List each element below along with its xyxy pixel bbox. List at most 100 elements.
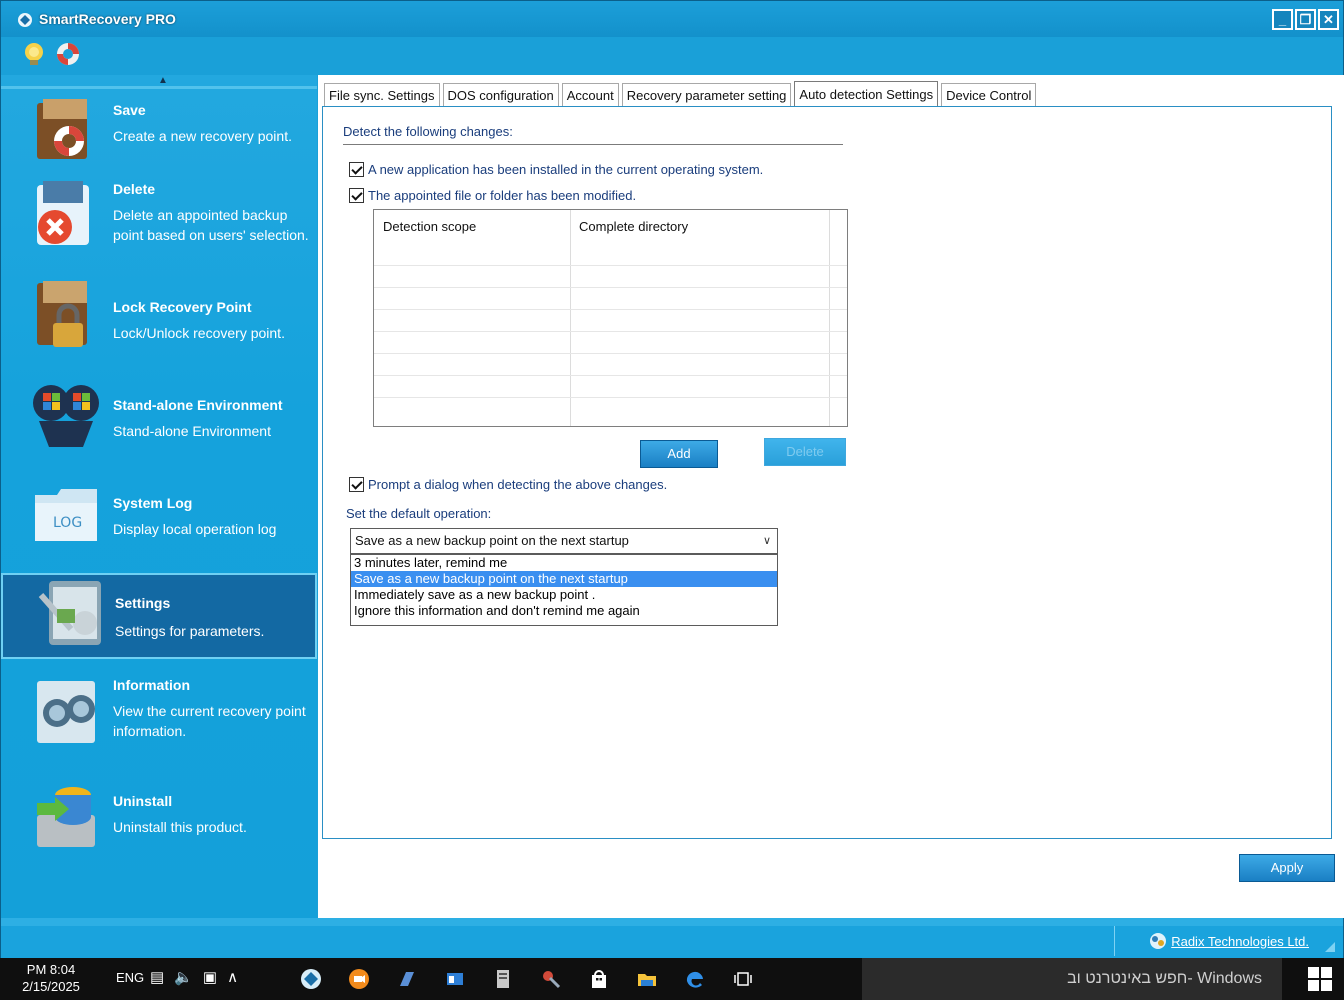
store-app-icon[interactable]	[586, 966, 612, 992]
archive-app-icon[interactable]	[490, 966, 516, 992]
table-row	[374, 353, 847, 354]
lock-icon	[37, 281, 87, 347]
delete-button[interactable]: Delete	[764, 438, 846, 466]
window-app-icon[interactable]	[442, 966, 468, 992]
sidebar-item-system-log[interactable]: LOG System Log Display local operation l…	[1, 471, 317, 571]
volume-icon[interactable]: 🔈	[174, 968, 193, 986]
tab-bar: File sync. Settings DOS configuration Ac…	[324, 81, 1039, 108]
sidebar-item-save[interactable]: Save Create a new recovery point.	[1, 89, 317, 181]
file-explorer-icon[interactable]	[634, 966, 660, 992]
sidebar-item-delete[interactable]: Delete Delete an appointed backup point …	[1, 171, 317, 283]
table-row	[374, 375, 847, 376]
new-app-checkbox-row[interactable]: A new application has been installed in …	[349, 162, 763, 177]
taskbar: PM 8:04 2/15/2025 ENG ▤ 🔈 ▣ ∧ חפש באינטר…	[0, 958, 1344, 1000]
sidebar-item-uninstall[interactable]: Uninstall Uninstall this product.	[1, 773, 317, 873]
new-app-checkbox-label: A new application has been installed in …	[368, 162, 764, 177]
sidebar-item-title: Stand-alone Environment	[113, 397, 283, 413]
default-operation-label: Set the default operation:	[346, 506, 492, 521]
language-indicator[interactable]: ENG	[116, 970, 144, 985]
edge-browser-icon[interactable]	[682, 966, 708, 992]
sidebar-item-desc: Lock/Unlock recovery point.	[113, 325, 285, 341]
tab-recovery-parameter-setting[interactable]: Recovery parameter setting	[621, 83, 792, 107]
tab-file-sync-settings[interactable]: File sync. Settings	[324, 83, 440, 107]
dropdown-option[interactable]: 3 minutes later, remind me	[351, 555, 777, 571]
sidebar-item-title: Uninstall	[113, 793, 173, 809]
prompt-dialog-checkbox-label: Prompt a dialog when detecting the above…	[368, 477, 668, 492]
close-button[interactable]: ✕	[1318, 9, 1339, 30]
prompt-dialog-checkbox[interactable]	[349, 477, 364, 492]
chevron-down-icon[interactable]: ∨	[763, 529, 771, 553]
resize-grip-icon[interactable]	[1325, 942, 1335, 952]
start-tile	[1308, 967, 1319, 978]
table-row	[374, 397, 847, 398]
network-icon[interactable]: ▣	[203, 968, 217, 986]
sidebar-item-title: Lock Recovery Point	[113, 299, 252, 315]
notification-icon[interactable]: ▤	[150, 968, 164, 986]
tab-auto-detection-settings[interactable]: Auto detection Settings	[794, 81, 939, 108]
task-view-icon[interactable]	[730, 966, 756, 992]
camera-app-icon[interactable]	[346, 966, 372, 992]
taskbar-search-box[interactable]: חפש באינטרנט וב- Windows	[862, 958, 1282, 1000]
column-header-complete-directory[interactable]: Complete directory	[570, 210, 830, 244]
system-tray: ▤ 🔈 ▣ ∧	[150, 968, 238, 986]
detection-scope-table[interactable]: Detection scope Complete directory	[373, 209, 848, 427]
sidebar-item-desc: Uninstall this product.	[113, 819, 247, 835]
status-bar: Radix Technologies Ltd.	[1, 918, 1343, 958]
apply-button[interactable]: Apply	[1239, 854, 1335, 882]
notes-app-icon[interactable]	[394, 966, 420, 992]
dropdown-option[interactable]: Ignore this information and don't remind…	[351, 603, 777, 619]
sidebar-item-lock[interactable]: Lock Recovery Point Lock/Unlock recovery…	[1, 275, 317, 373]
restore-button[interactable]: ❐	[1295, 9, 1316, 30]
vendor-name: Radix Technologies Ltd.	[1171, 933, 1309, 949]
table-row	[374, 309, 847, 310]
sidebar-item-desc: Create a new recovery point.	[113, 128, 292, 144]
help-bulb-icon[interactable]	[21, 41, 47, 67]
column-divider	[570, 210, 571, 426]
default-operation-dropdown: 3 minutes later, remind me Save as a new…	[350, 554, 778, 626]
dropdown-option[interactable]: Immediately save as a new backup point .	[351, 587, 777, 603]
file-modified-checkbox[interactable]	[349, 188, 364, 203]
tab-dos-configuration[interactable]: DOS configuration	[442, 83, 559, 107]
tools-app-icon[interactable]	[538, 966, 564, 992]
title-bar[interactable]: SmartRecovery PRO _ ❐ ✕	[1, 1, 1343, 37]
collapse-arrow-icon[interactable]: ▲	[156, 76, 170, 86]
save-recovery-icon	[37, 99, 87, 159]
sidebar-item-information[interactable]: Information View the current recovery po…	[1, 667, 317, 777]
smartrecovery-task-icon[interactable]	[298, 966, 324, 992]
tab-device-control[interactable]: Device Control	[941, 83, 1037, 107]
sidebar-item-desc: View the current recovery point informat…	[113, 703, 306, 739]
status-divider	[1114, 926, 1115, 956]
clock-time: PM 8:04	[26, 962, 76, 977]
window-controls: _ ❐ ✕	[1272, 9, 1339, 30]
vendor-link[interactable]: Radix Technologies Ltd.	[1149, 932, 1309, 950]
toolbar	[1, 41, 81, 75]
add-button[interactable]: Add	[640, 440, 718, 468]
table-row	[374, 331, 847, 332]
taskbar-clock[interactable]: PM 8:04 2/15/2025	[14, 961, 88, 995]
sidebar-item-title: Settings	[115, 595, 171, 611]
app-window: SmartRecovery PRO _ ❐ ✕ ▲ Save Create a …	[0, 0, 1344, 958]
column-header-detection-scope[interactable]: Detection scope	[374, 210, 570, 244]
sidebar-item-desc: Display local operation log	[113, 521, 277, 537]
windows-start-icon[interactable]	[1308, 967, 1332, 991]
new-app-checkbox[interactable]	[349, 162, 364, 177]
default-operation-select[interactable]: Save as a new backup point on the next s…	[350, 528, 778, 554]
window-title: SmartRecovery PRO	[39, 11, 176, 27]
tab-account[interactable]: Account	[561, 83, 619, 107]
prompt-dialog-checkbox-row[interactable]: Prompt a dialog when detecting the above…	[349, 477, 667, 492]
sidebar-item-desc: Delete an appointed backup point based o…	[113, 207, 309, 243]
minimize-button[interactable]: _	[1272, 9, 1293, 30]
chevron-up-icon[interactable]: ∧	[227, 968, 238, 986]
start-tile	[1321, 967, 1332, 978]
table-row	[374, 265, 847, 266]
status-bar-band	[1, 918, 1343, 926]
file-modified-checkbox-row[interactable]: The appointed file or folder has been mo…	[349, 188, 636, 203]
lifebuoy-icon[interactable]	[55, 41, 81, 67]
default-operation-value: Save as a new backup point on the next s…	[355, 533, 629, 548]
sidebar-item-settings[interactable]: Settings Settings for parameters.	[1, 573, 317, 659]
sidebar-item-title: Save	[113, 102, 146, 118]
standalone-icon	[33, 385, 99, 447]
taskbar-apps	[298, 966, 756, 992]
sidebar-item-standalone[interactable]: Stand-alone Environment Stand-alone Envi…	[1, 373, 317, 471]
dropdown-option-selected[interactable]: Save as a new backup point on the next s…	[351, 571, 777, 587]
